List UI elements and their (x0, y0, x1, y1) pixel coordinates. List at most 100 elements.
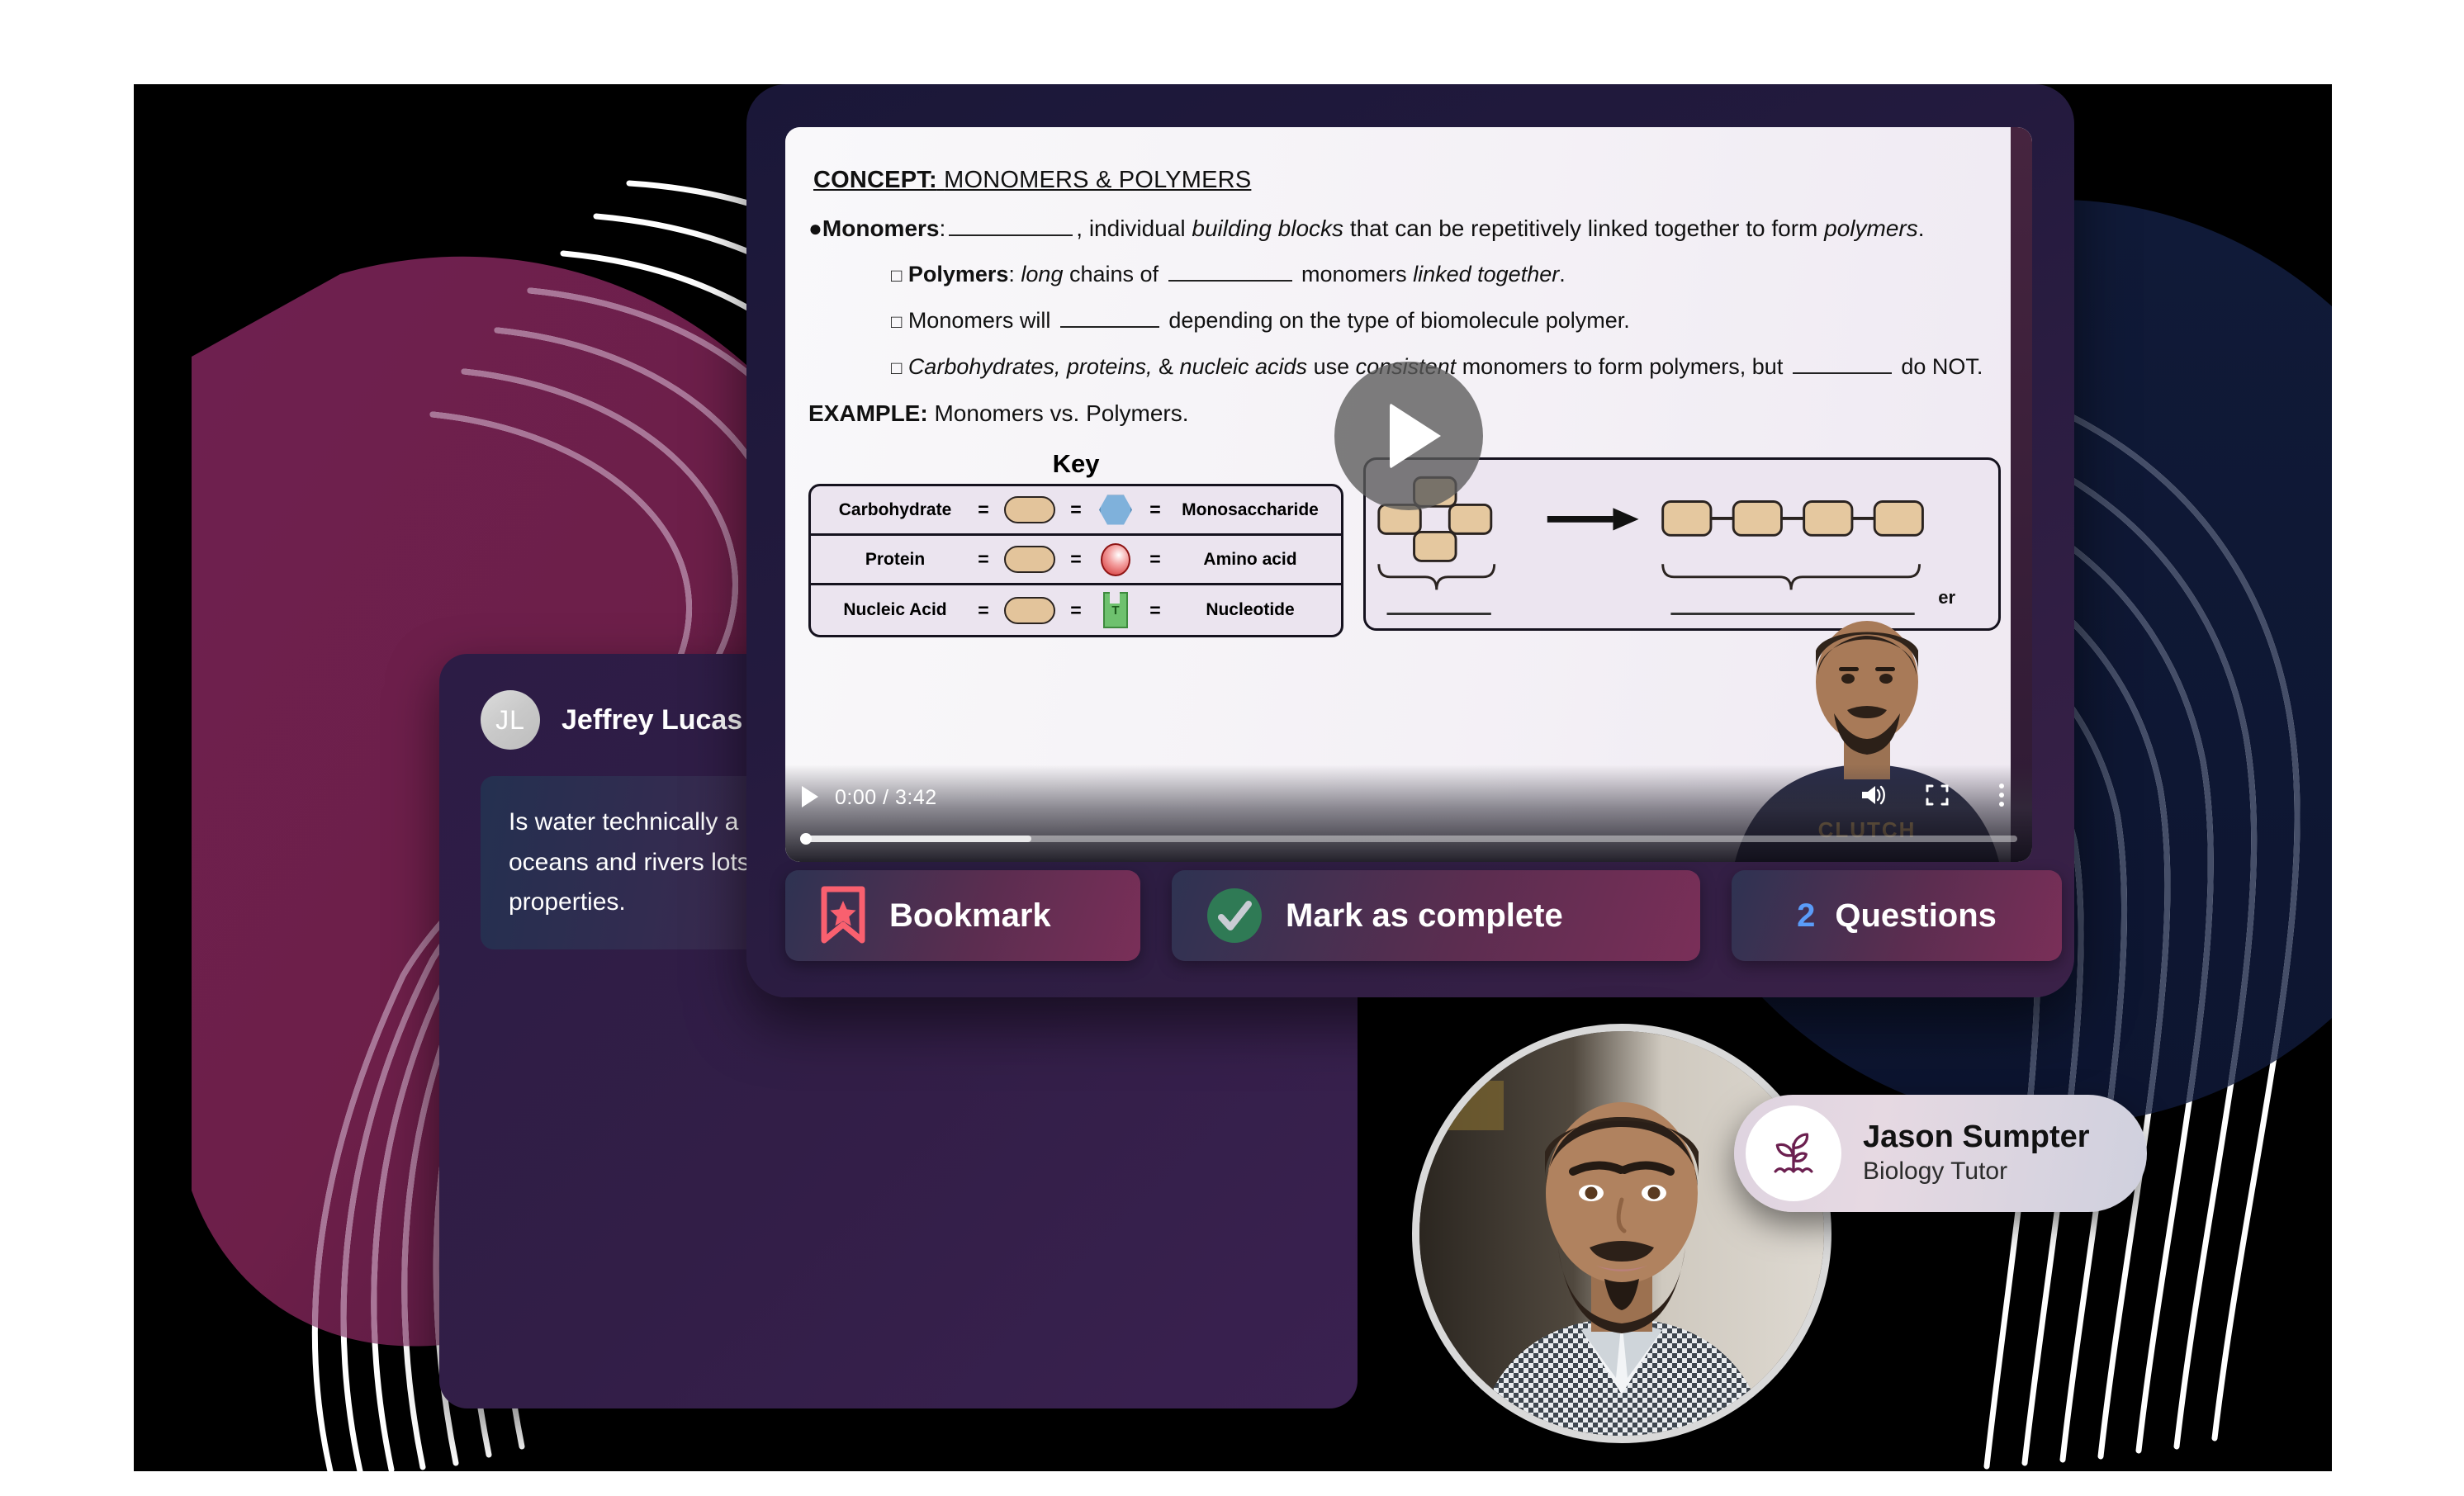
slide-title-text: MONOMERS & POLYMERS (944, 167, 1252, 193)
bullet-marker: □ (891, 357, 903, 378)
progress-buffered (800, 836, 1032, 842)
bullet-em: building blocks (1192, 215, 1344, 241)
bullet-text: chains of (1063, 262, 1165, 286)
progress-bar[interactable] (800, 833, 2017, 845)
key-equals: = (1149, 599, 1161, 621)
tutor-name-chip: Jason Sumpter Biology Tutor (1734, 1095, 2147, 1212)
time-display: 0:00 / 3:42 (835, 786, 937, 809)
bullet-em: long (1021, 262, 1064, 286)
play-pause-button[interactable] (802, 786, 818, 807)
key-row-name: Protein (865, 549, 926, 569)
tutor-avatar-large (1412, 1024, 1831, 1443)
bullet-text: , individual (1076, 215, 1192, 241)
bookmark-button[interactable]: Bookmark (785, 870, 1140, 961)
key-row-term: Amino acid (1203, 549, 1297, 569)
key-equals: = (1070, 599, 1082, 621)
key-legend: Key Carbohydrate = = = Monosaccharide Pr… (808, 449, 1343, 637)
key-row: Carbohydrate = = = Monosaccharide (811, 486, 1341, 536)
bullet-text: . (1917, 215, 1925, 241)
bullet-text: that can be repetitively linked together… (1343, 215, 1825, 241)
key-row-name: Nucleic Acid (843, 600, 947, 619)
bullet-marker: □ (891, 311, 903, 332)
fill-blank[interactable] (1792, 357, 1892, 374)
key-equals: = (978, 499, 989, 520)
monomer-pill-icon (1004, 546, 1055, 573)
key-equals: = (978, 599, 989, 621)
bullet-em: linked together (1413, 262, 1560, 286)
bullet-lead: Monomers (822, 215, 940, 241)
slide-bullet-3: □ Monomers will depending on the type of… (891, 307, 1630, 334)
stage: JL Jeffrey Lucas Is water technically a … (134, 84, 2332, 1471)
slide-example: EXAMPLE: Monomers vs. Polymers. (808, 400, 1189, 428)
nucleotide-icon: T (1103, 592, 1128, 628)
example-text: Monomers vs. Polymers. (934, 400, 1189, 426)
tutor-role: Biology Tutor (1863, 1157, 2008, 1185)
bullet-marker: □ (891, 265, 903, 286)
fill-blank[interactable] (1168, 265, 1292, 282)
bullet-text: & (1152, 354, 1180, 379)
mark-complete-button[interactable]: Mark as complete (1172, 870, 1700, 961)
progress-handle[interactable] (800, 833, 812, 845)
key-row: Protein = = = Amino acid (811, 536, 1341, 585)
key-row-name: Carbohydrate (838, 499, 952, 519)
tutor-chip-text: Jason Sumpter Biology Tutor (1863, 1120, 2090, 1187)
key-table: Carbohydrate = = = Monosaccharide Protei… (808, 484, 1343, 637)
bullet-text: use (1307, 354, 1356, 379)
bookmark-star-icon (821, 886, 865, 944)
bullet-sep: : (939, 215, 946, 241)
bullet-em: Carbohydrates, proteins, (907, 354, 1153, 379)
slide-bullet-2: □ Polymers: long chains of monomers link… (891, 261, 1566, 287)
bullet-lead: Polymers (907, 262, 1009, 286)
comment-header: JL Jeffrey Lucas (481, 690, 742, 750)
key-equals: = (1070, 548, 1082, 570)
monomer-pill-icon (1004, 596, 1055, 624)
nucleotide-letter: T (1111, 603, 1120, 618)
check-circle-icon (1207, 888, 1262, 943)
key-row-term: Monosaccharide (1182, 499, 1319, 519)
fill-blank[interactable] (1059, 311, 1159, 328)
comment-author-name: Jeffrey Lucas (562, 703, 743, 736)
controls-right-group (1859, 781, 2016, 809)
bullet-sep: : (1008, 262, 1015, 286)
mark-complete-label: Mark as complete (1286, 897, 1563, 934)
questions-button[interactable]: 2 Questions (1732, 870, 2062, 961)
tutor-name: Jason Sumpter (1863, 1120, 2090, 1155)
lesson-actions: Bookmark Mark as complete 2 Questions (785, 870, 2062, 961)
bullet-em: polymers (1824, 215, 1918, 241)
video-player[interactable]: CONCEPT: MONOMERS & POLYMERS ●Monomers:,… (785, 127, 2032, 862)
bullet-text: monomers (1295, 262, 1414, 286)
slide-bullet-1: ●Monomers: , individual building blocks t… (808, 215, 1925, 243)
more-options-icon[interactable] (1988, 781, 2016, 809)
slide-title-label: CONCEPT: (813, 167, 937, 193)
bullet-em: nucleic acids (1179, 354, 1308, 379)
bullet-text: . (1559, 262, 1566, 286)
avatar: JL (481, 690, 540, 750)
plant-sprout-icon (1746, 1105, 1841, 1201)
key-row-term: Nucleotide (1206, 600, 1295, 619)
key-row: Nucleic Acid = = T = Nucleotide (811, 585, 1341, 635)
questions-count: 2 (1797, 897, 1816, 934)
key-equals: = (1070, 499, 1082, 520)
hexagon-icon (1099, 495, 1132, 525)
bullet-marker: ● (808, 215, 822, 241)
volume-icon[interactable] (1859, 781, 1887, 809)
play-button-overlay[interactable] (1334, 362, 1483, 510)
key-equals: = (978, 548, 989, 570)
bookmark-label: Bookmark (889, 897, 1051, 934)
bullet-text: do NOT. (1894, 354, 1983, 379)
fullscreen-icon[interactable] (1923, 781, 1951, 809)
fill-blank[interactable] (949, 220, 1073, 236)
bullet-text: Monomers will (907, 308, 1057, 333)
key-title: Key (1052, 449, 1100, 478)
sphere-icon (1101, 542, 1130, 576)
tutor-photo (1419, 1031, 1824, 1436)
bullet-text: depending on the type of biomolecule pol… (1162, 308, 1630, 333)
example-label: EXAMPLE: (808, 400, 928, 426)
bullet-text: monomers to form polymers, but (1456, 354, 1789, 379)
slide-title: CONCEPT: MONOMERS & POLYMERS (813, 167, 1251, 194)
lesson-card: CONCEPT: MONOMERS & POLYMERS ●Monomers:,… (746, 84, 2074, 997)
video-controls[interactable]: 0:00 / 3:42 (785, 765, 2032, 862)
key-equals: = (1149, 548, 1161, 570)
key-equals: = (1149, 499, 1161, 520)
play-icon (1390, 403, 1441, 469)
